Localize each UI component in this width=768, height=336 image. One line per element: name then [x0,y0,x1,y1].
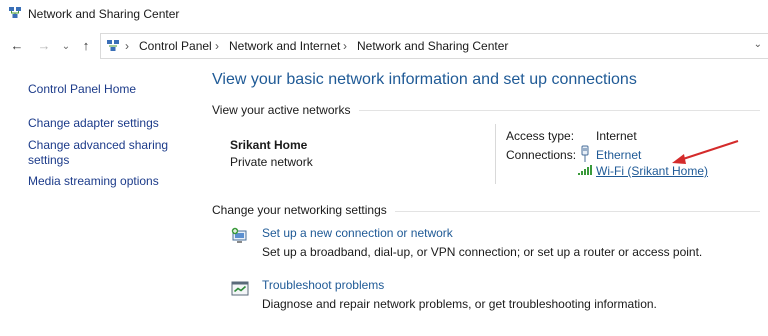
connections-label: Connections: [506,148,577,162]
ethernet-connection-link[interactable]: Ethernet [596,148,641,162]
address-history-chevron-icon[interactable]: ⌄ [754,39,762,50]
forward-button[interactable]: → [36,37,52,55]
back-button[interactable]: ← [8,37,26,55]
page-title: View your basic network information and … [212,71,637,88]
network-center-icon [107,40,119,51]
network-name: Srikant Home [230,138,308,152]
active-networks-heading: View your active networks [212,103,359,117]
ethernet-icon [581,145,589,162]
breadcrumb-separator-icon[interactable]: › [215,39,219,53]
breadcrumb-separator-icon[interactable]: › [125,39,129,53]
new-connection-icon [231,227,247,243]
breadcrumb-network-and-internet[interactable]: Network and Internet [229,39,340,53]
recent-locations-chevron-icon[interactable]: ⌄ [60,38,72,56]
network-center-icon [9,7,21,18]
navigation-bar: ← → ⌄ ↑ › Control Panel › Network and In… [0,33,768,59]
access-type-value: Internet [596,129,637,143]
sidebar-item-change-advanced-sharing-settings[interactable]: Change advanced sharing settings [28,138,178,168]
breadcrumb-separator-icon[interactable]: › [343,39,347,53]
sidebar-item-media-streaming-options[interactable]: Media streaming options [28,174,159,189]
setup-new-connection-link[interactable]: Set up a new connection or network [262,226,453,240]
breadcrumb-control-panel[interactable]: Control Panel [139,39,212,53]
sidebar-item-control-panel-home[interactable]: Control Panel Home [28,82,136,97]
sidebar-item-change-adapter-settings[interactable]: Change adapter settings [28,116,159,131]
annotation-arrow [672,140,739,164]
troubleshoot-problems-link[interactable]: Troubleshoot problems [262,278,384,292]
vertical-divider [495,124,496,184]
title-bar: Network and Sharing Center [0,0,768,30]
troubleshoot-problems-description: Diagnose and repair network problems, or… [262,297,657,311]
change-settings-heading: Change your networking settings [212,203,395,217]
address-bar[interactable]: › Control Panel › Network and Internet ›… [100,33,768,59]
troubleshoot-icon [231,281,249,296]
access-type-label: Access type: [506,129,575,143]
network-category[interactable]: Private network [230,155,313,169]
wifi-signal-icon [578,165,592,175]
setup-new-connection-description: Set up a broadband, dial-up, or VPN conn… [262,245,703,259]
window-title: Network and Sharing Center [28,7,180,21]
breadcrumb-network-and-sharing-center[interactable]: Network and Sharing Center [357,39,508,53]
up-button[interactable]: ↑ [78,37,94,55]
